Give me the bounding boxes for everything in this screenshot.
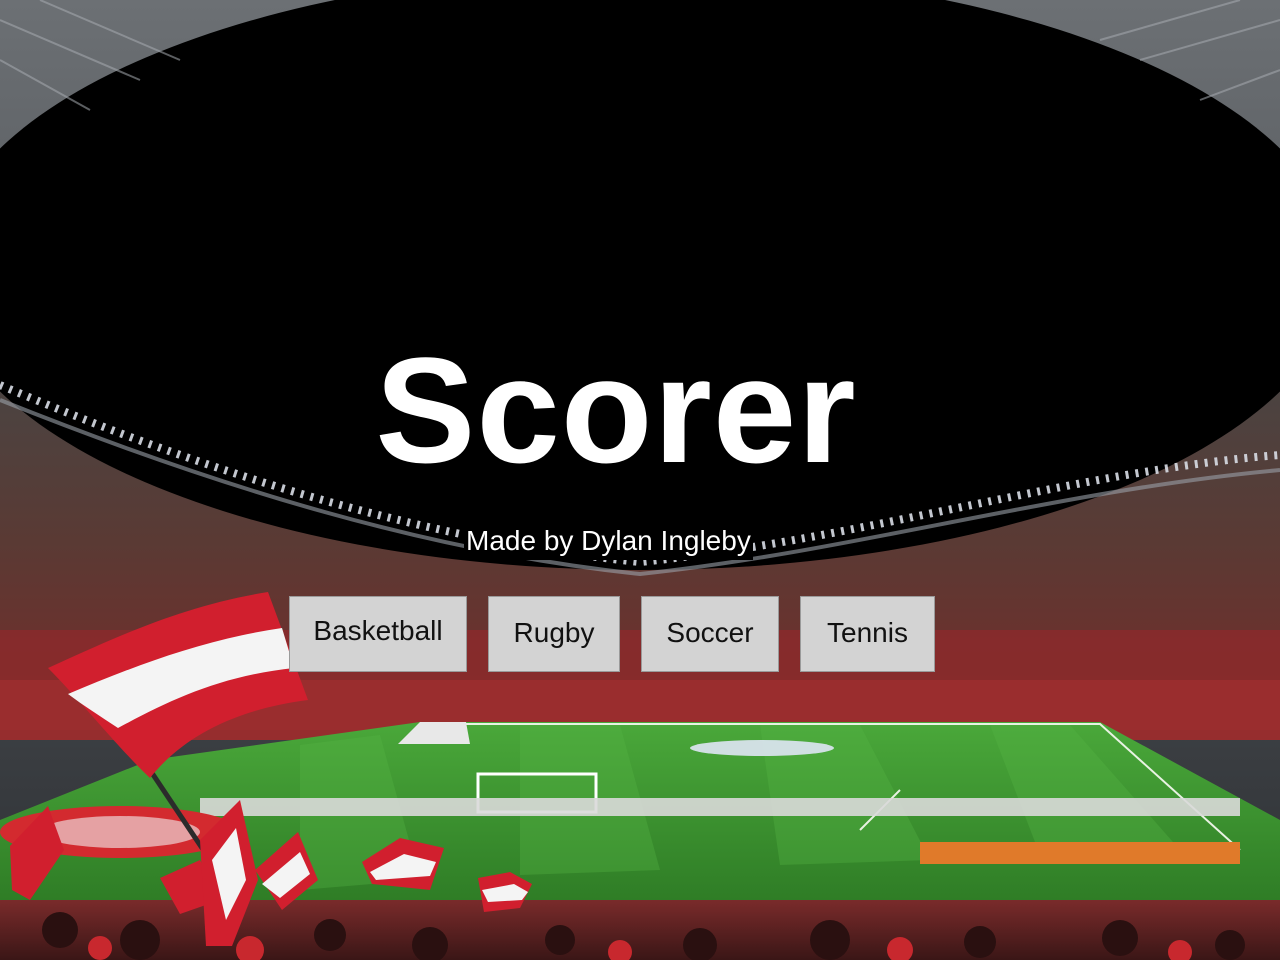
rugby-button[interactable]: Rugby (488, 596, 620, 672)
soccer-button[interactable]: Soccer (641, 596, 779, 672)
app-screen: Scorer Made by Dylan Ingleby Basketball … (0, 0, 1280, 960)
app-title: Scorer (375, 326, 857, 494)
tennis-button[interactable]: Tennis (800, 596, 935, 672)
basketball-button[interactable]: Basketball (289, 596, 467, 672)
author-credit: Made by Dylan Ingleby (464, 524, 753, 560)
